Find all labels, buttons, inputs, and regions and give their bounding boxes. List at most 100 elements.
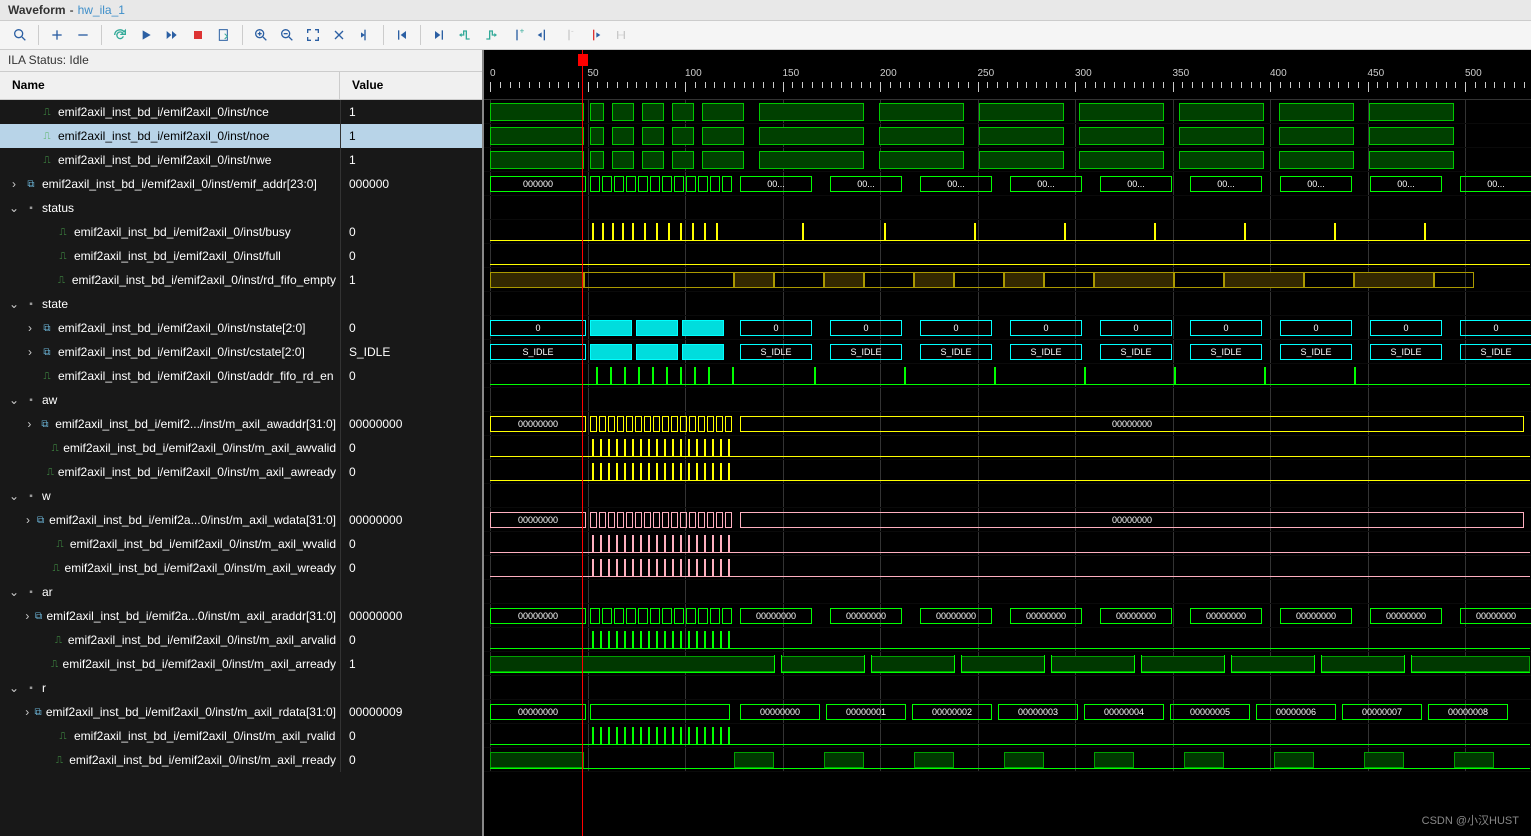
prev-edge-icon[interactable] bbox=[453, 23, 477, 47]
signal-row[interactable]: ›⧉emif2axil_inst_bd_i/emif2axil_0/inst/n… bbox=[0, 316, 482, 340]
wave-body[interactable]: 00000000...00...00...00...00...00...00..… bbox=[484, 100, 1531, 772]
signal-row[interactable]: ⌄▪state bbox=[0, 292, 482, 316]
expand-icon[interactable]: ⌄ bbox=[8, 489, 20, 503]
expand-icon[interactable]: ⌄ bbox=[8, 681, 20, 695]
expand-icon[interactable]: › bbox=[24, 705, 30, 719]
wave-row[interactable] bbox=[484, 220, 1531, 244]
fast-forward-icon[interactable] bbox=[160, 23, 184, 47]
signal-row[interactable]: ⌄▪r bbox=[0, 676, 482, 700]
wave-row[interactable]: 0000000000 bbox=[484, 316, 1531, 340]
zoom-in-icon[interactable] bbox=[249, 23, 273, 47]
wave-row[interactable] bbox=[484, 556, 1531, 580]
wave-row[interactable] bbox=[484, 580, 1531, 604]
wave-row[interactable] bbox=[484, 628, 1531, 652]
expand-icon[interactable]: ⌄ bbox=[8, 585, 20, 599]
wave-row[interactable] bbox=[484, 532, 1531, 556]
signal-row[interactable]: ⎍emif2axil_inst_bd_i/emif2axil_0/inst/m_… bbox=[0, 436, 482, 460]
marker-span-icon[interactable] bbox=[609, 23, 633, 47]
wave-row[interactable]: 00000000...00...00...00...00...00...00..… bbox=[484, 172, 1531, 196]
wave-row[interactable] bbox=[484, 244, 1531, 268]
signal-row[interactable]: ⎍emif2axil_inst_bd_i/emif2axil_0/inst/fu… bbox=[0, 244, 482, 268]
expand-icon[interactable]: › bbox=[24, 513, 32, 527]
cursor-line[interactable] bbox=[582, 50, 583, 836]
wave-row[interactable] bbox=[484, 268, 1531, 292]
signal-row[interactable]: ⌄▪status bbox=[0, 196, 482, 220]
expand-icon[interactable]: › bbox=[8, 177, 20, 191]
expand-icon[interactable]: ⌄ bbox=[8, 393, 20, 407]
signal-row[interactable]: ⌄▪w bbox=[0, 484, 482, 508]
swap-icon[interactable] bbox=[327, 23, 351, 47]
wave-row[interactable]: 0000000000000000000000000000000000000000… bbox=[484, 604, 1531, 628]
zoom-fit-icon[interactable] bbox=[301, 23, 325, 47]
expand-icon[interactable]: › bbox=[24, 345, 36, 359]
signal-row[interactable]: ›⧉emif2axil_inst_bd_i/emif2axil_0/inst/m… bbox=[0, 700, 482, 724]
next-marker-icon[interactable] bbox=[583, 23, 607, 47]
wave-row[interactable] bbox=[484, 124, 1531, 148]
search-icon[interactable] bbox=[8, 23, 32, 47]
signal-row[interactable]: ›⧉emif2axil_inst_bd_i/emif2a...0/inst/m_… bbox=[0, 508, 482, 532]
wave-row[interactable]: S_IDLES_IDLES_IDLES_IDLES_IDLES_IDLES_ID… bbox=[484, 340, 1531, 364]
wave-row[interactable] bbox=[484, 100, 1531, 124]
signal-row[interactable]: ⎍emif2axil_inst_bd_i/emif2axil_0/inst/m_… bbox=[0, 556, 482, 580]
col-value-header[interactable]: Value bbox=[340, 72, 482, 99]
expand-icon[interactable]: › bbox=[24, 321, 36, 335]
next-edge-icon[interactable] bbox=[479, 23, 503, 47]
expand-icon[interactable]: ⌄ bbox=[8, 201, 20, 215]
plus-icon[interactable] bbox=[45, 23, 69, 47]
expand-icon[interactable]: › bbox=[24, 609, 31, 623]
remove-marker-icon[interactable]: - bbox=[557, 23, 581, 47]
wave-row[interactable] bbox=[484, 676, 1531, 700]
waveform-panel[interactable]: 050100150200250300350400450500 00000000.… bbox=[484, 50, 1531, 836]
col-name-header[interactable]: Name bbox=[0, 72, 340, 99]
go-start-icon[interactable] bbox=[390, 23, 414, 47]
wave-row[interactable] bbox=[484, 748, 1531, 772]
signal-row[interactable]: ⎍emif2axil_inst_bd_i/emif2axil_0/inst/m_… bbox=[0, 748, 482, 772]
signal-row[interactable]: ⎍emif2axil_inst_bd_i/emif2axil_0/inst/m_… bbox=[0, 724, 482, 748]
signal-row[interactable]: ⎍emif2axil_inst_bd_i/emif2axil_0/inst/m_… bbox=[0, 532, 482, 556]
wave-row[interactable] bbox=[484, 148, 1531, 172]
signal-row[interactable]: ›⧉emif2axil_inst_bd_i/emif2axil_0/inst/c… bbox=[0, 340, 482, 364]
wave-row[interactable] bbox=[484, 724, 1531, 748]
signal-row[interactable]: ⎍emif2axil_inst_bd_i/emif2axil_0/inst/bu… bbox=[0, 220, 482, 244]
wave-row[interactable] bbox=[484, 364, 1531, 388]
wave-row[interactable] bbox=[484, 460, 1531, 484]
expand-icon[interactable]: ⌄ bbox=[8, 297, 20, 311]
add-marker-icon[interactable]: + bbox=[505, 23, 529, 47]
export-icon[interactable] bbox=[212, 23, 236, 47]
go-cursor-icon[interactable] bbox=[353, 23, 377, 47]
wave-row[interactable] bbox=[484, 652, 1531, 676]
signal-row[interactable]: ⌄▪aw bbox=[0, 388, 482, 412]
wave-row[interactable]: 0000000000000000 bbox=[484, 412, 1531, 436]
wave-row[interactable] bbox=[484, 292, 1531, 316]
signal-row[interactable]: ⌄▪ar bbox=[0, 580, 482, 604]
wave-row[interactable] bbox=[484, 388, 1531, 412]
signal-row[interactable]: ›⧉emif2axil_inst_bd_i/emif2.../inst/m_ax… bbox=[0, 412, 482, 436]
wave-row[interactable] bbox=[484, 196, 1531, 220]
minus-icon[interactable] bbox=[71, 23, 95, 47]
signal-row[interactable]: ⎍emif2axil_inst_bd_i/emif2axil_0/inst/m_… bbox=[0, 460, 482, 484]
signal-row[interactable]: ⎍emif2axil_inst_bd_i/emif2axil_0/inst/rd… bbox=[0, 268, 482, 292]
prev-marker-icon[interactable] bbox=[531, 23, 555, 47]
signal-row[interactable]: ⎍emif2axil_inst_bd_i/emif2axil_0/inst/m_… bbox=[0, 652, 482, 676]
wave-row[interactable]: 0000000000000000000000010000000200000003… bbox=[484, 700, 1531, 724]
wave-row[interactable] bbox=[484, 484, 1531, 508]
signal-row[interactable]: ›⧉emif2axil_inst_bd_i/emif2a...0/inst/m_… bbox=[0, 604, 482, 628]
signal-list[interactable]: ⎍emif2axil_inst_bd_i/emif2axil_0/inst/nc… bbox=[0, 100, 482, 836]
signal-row[interactable]: ⎍emif2axil_inst_bd_i/emif2axil_0/inst/nc… bbox=[0, 100, 482, 124]
wave-row[interactable] bbox=[484, 436, 1531, 460]
refresh-icon[interactable] bbox=[108, 23, 132, 47]
wave-row[interactable]: 0000000000000000 bbox=[484, 508, 1531, 532]
signal-row[interactable]: ⎍emif2axil_inst_bd_i/emif2axil_0/inst/no… bbox=[0, 124, 482, 148]
play-icon[interactable] bbox=[134, 23, 158, 47]
expand-icon[interactable]: › bbox=[24, 417, 35, 431]
cursor-marker[interactable] bbox=[578, 54, 588, 66]
signal-row[interactable]: ⎍emif2axil_inst_bd_i/emif2axil_0/inst/nw… bbox=[0, 148, 482, 172]
signal-row[interactable]: ›⧉emif2axil_inst_bd_i/emif2axil_0/inst/e… bbox=[0, 172, 482, 196]
signal-row[interactable]: ⎍emif2axil_inst_bd_i/emif2axil_0/inst/m_… bbox=[0, 628, 482, 652]
signal-row[interactable]: ⎍emif2axil_inst_bd_i/emif2axil_0/inst/ad… bbox=[0, 364, 482, 388]
zoom-out-icon[interactable] bbox=[275, 23, 299, 47]
signal-value: 00000000 bbox=[340, 508, 482, 532]
stop-icon[interactable] bbox=[186, 23, 210, 47]
time-ruler[interactable]: 050100150200250300350400450500 bbox=[484, 50, 1531, 100]
go-end-icon[interactable] bbox=[427, 23, 451, 47]
